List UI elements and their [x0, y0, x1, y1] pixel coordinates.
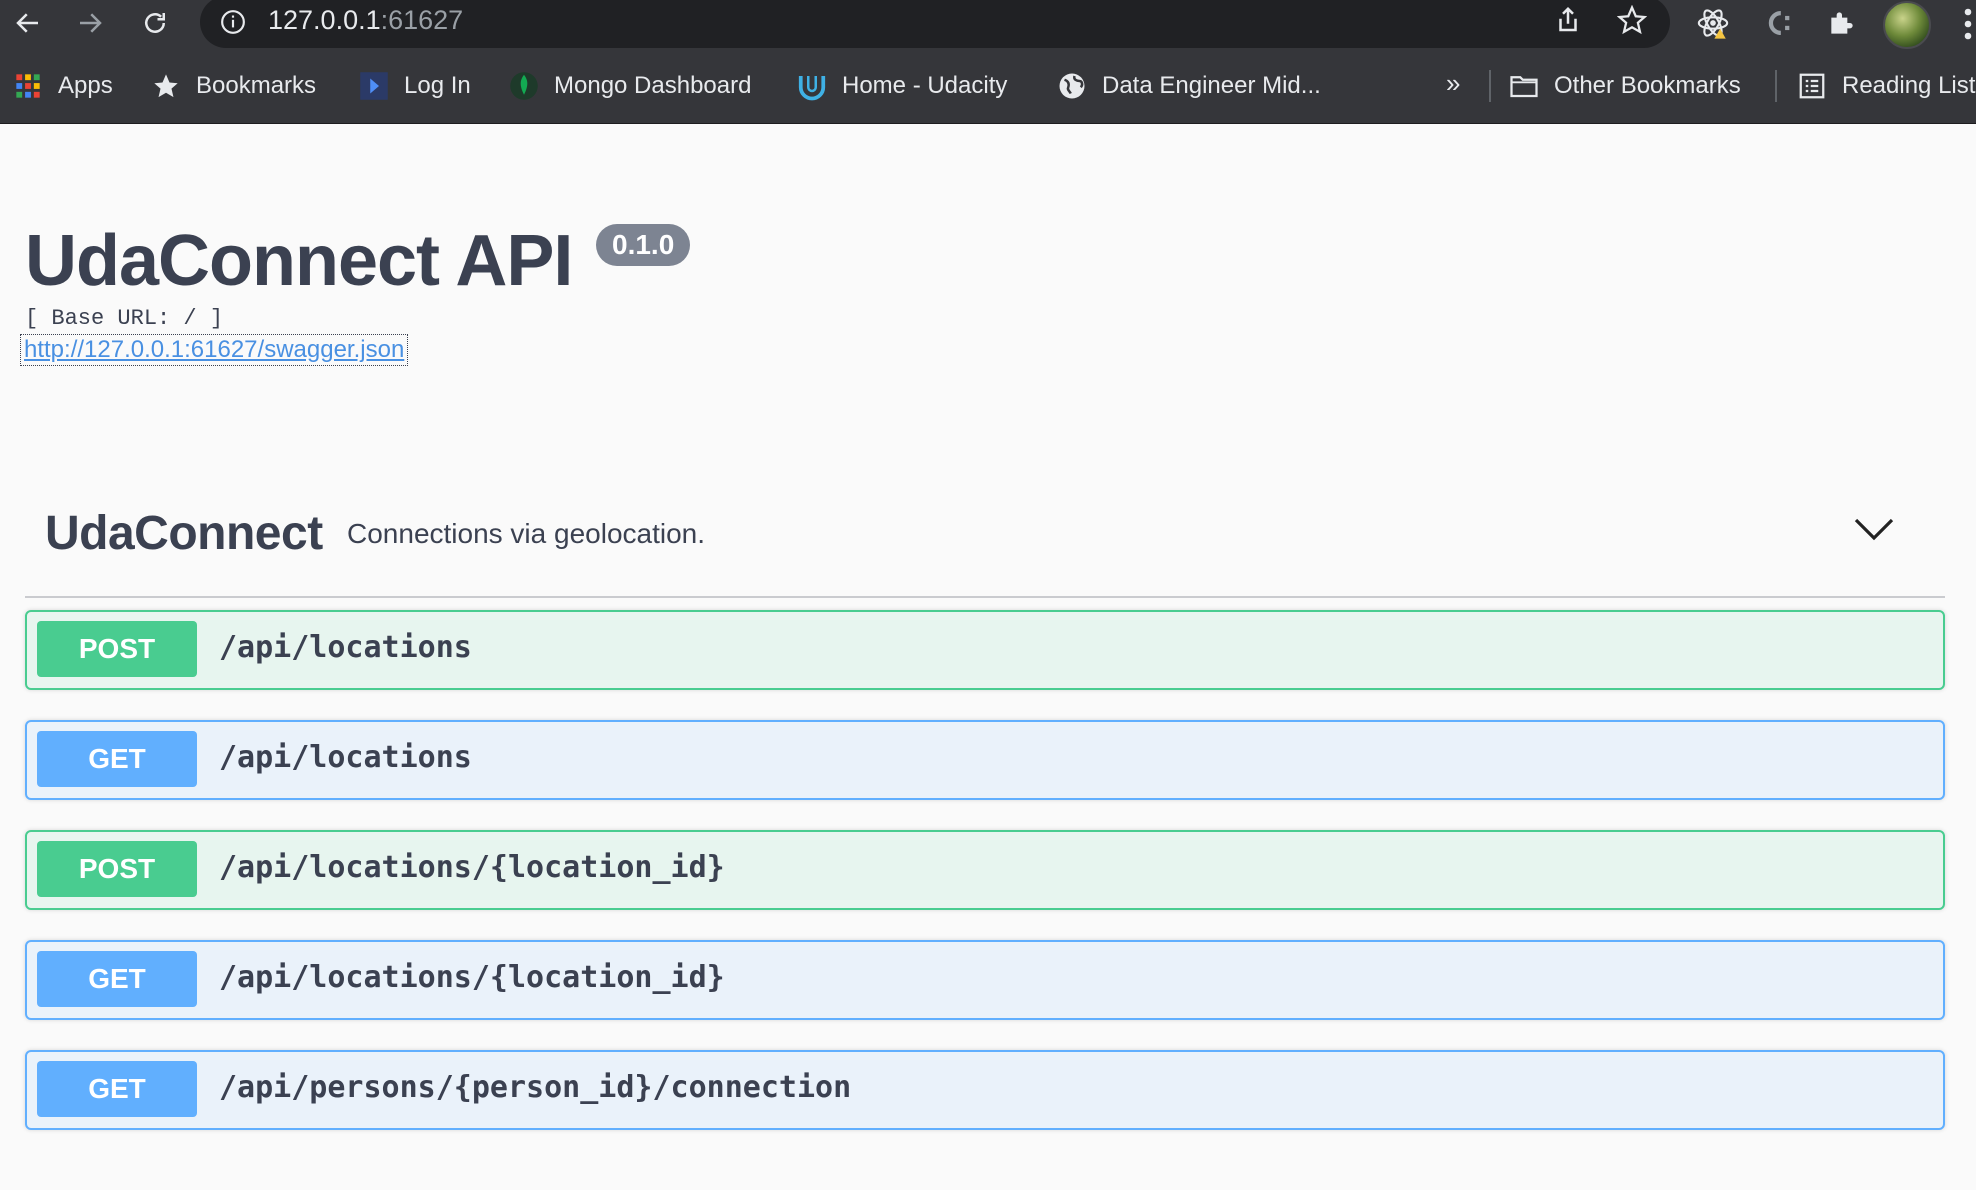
- operation-get-person-connection[interactable]: GET /api/persons/{person_id}/connection: [25, 1050, 1945, 1130]
- method-badge: POST: [37, 621, 197, 677]
- chevron-down-icon[interactable]: [1850, 504, 1898, 552]
- bookmark-star-button[interactable]: [1614, 2, 1650, 38]
- puzzle-piece-icon: [1831, 12, 1853, 34]
- bookmark-apps[interactable]: Apps: [12, 68, 113, 104]
- forward-arrow-icon: [80, 13, 102, 33]
- version-badge: 0.1.0: [596, 224, 691, 266]
- share-button[interactable]: [1550, 2, 1586, 38]
- c-extension-icon: [1768, 10, 1790, 36]
- mongodb-leaf-icon: [508, 70, 540, 102]
- browser-chrome: 127.0.0.1:61627 Apps Bookmarks Log In Mo…: [0, 0, 1976, 124]
- bookmark-label: Bookmarks: [196, 72, 317, 99]
- react-atom-icon: [1697, 9, 1729, 39]
- bookmark-label: Log In: [404, 72, 471, 99]
- method-badge: GET: [37, 731, 197, 787]
- page-title: UdaConnect API: [25, 221, 573, 301]
- bookmark-label: Apps: [58, 72, 113, 99]
- operation-path: /api/locations/{location_id}: [219, 850, 725, 885]
- operation-post-location-by-id[interactable]: POST /api/locations/{location_id}: [25, 830, 1945, 910]
- forward-button[interactable]: [70, 3, 110, 43]
- folder-icon: [1508, 70, 1540, 102]
- browser-toolbar: 127.0.0.1:61627: [0, 0, 1976, 49]
- bookmark-data-engineer[interactable]: Data Engineer Mid...: [1056, 68, 1321, 104]
- method-badge: POST: [37, 841, 197, 897]
- tag-name: UdaConnect: [45, 507, 323, 560]
- bookmark-label: Other Bookmarks: [1554, 72, 1741, 99]
- udacity-icon: [796, 70, 828, 102]
- address-bar[interactable]: 127.0.0.1:61627: [200, 0, 1670, 48]
- operation-path: /api/locations: [219, 740, 472, 775]
- share-icon: [1559, 6, 1577, 32]
- apps-grid-icon: [12, 70, 44, 102]
- bookmark-label: Data Engineer Mid...: [1102, 72, 1321, 99]
- reload-icon: [145, 13, 165, 33]
- bookmarks-separator: [1775, 70, 1777, 102]
- operation-post-locations[interactable]: POST /api/locations: [25, 610, 1945, 690]
- url-host: 127.0.0.1: [268, 5, 381, 35]
- bookmark-label: Reading List: [1842, 72, 1976, 99]
- site-info-icon[interactable]: [220, 9, 246, 35]
- extensions-button[interactable]: [1821, 2, 1863, 44]
- bookmark-bookmarks[interactable]: Bookmarks: [150, 68, 316, 104]
- url-port: :61627: [380, 5, 464, 35]
- url-text[interactable]: 127.0.0.1:61627: [268, 5, 463, 36]
- back-arrow-icon: [16, 13, 38, 33]
- reload-button[interactable]: [135, 3, 175, 43]
- operation-get-location-by-id[interactable]: GET /api/locations/{location_id}: [25, 940, 1945, 1020]
- star-outline-icon: [1617, 5, 1647, 35]
- tag-description: Connections via geolocation.: [347, 518, 706, 549]
- bookmarks-bar: Apps Bookmarks Log In Mongo Dashboard Ho…: [0, 62, 1976, 110]
- star-icon: [150, 70, 182, 102]
- method-badge: GET: [37, 951, 197, 1007]
- more-bookmarks-button[interactable]: »: [1446, 68, 1460, 99]
- operation-path: /api/persons/{person_id}/connection: [219, 1070, 852, 1105]
- reading-list-button[interactable]: Reading List: [1796, 68, 1975, 104]
- play-bookmark-icon: [358, 70, 390, 102]
- bookmark-label: Home - Udacity: [842, 72, 1008, 99]
- operation-path: /api/locations/{location_id}: [219, 960, 725, 995]
- bookmarks-separator: [1489, 70, 1491, 102]
- swagger-json-link[interactable]: http://127.0.0.1:61627/swagger.json: [19, 334, 409, 366]
- base-url: [ Base URL: / ]: [25, 306, 224, 331]
- bookmark-log-in[interactable]: Log In: [358, 68, 471, 104]
- tag-section-header[interactable]: UdaConnect Connections via geolocation.: [25, 496, 1945, 598]
- c-extension[interactable]: [1757, 2, 1799, 44]
- react-devtools-extension[interactable]: [1692, 2, 1734, 44]
- bookmark-home-udacity[interactable]: Home - Udacity: [796, 68, 1007, 104]
- back-button[interactable]: [8, 3, 48, 43]
- method-badge: GET: [37, 1061, 197, 1117]
- profile-avatar[interactable]: [1883, 1, 1931, 49]
- operation-get-locations[interactable]: GET /api/locations: [25, 720, 1945, 800]
- reading-list-icon: [1796, 70, 1828, 102]
- globe-icon: [1056, 70, 1088, 102]
- operation-path: /api/locations: [219, 630, 472, 665]
- bookmark-other-bookmarks[interactable]: Other Bookmarks: [1508, 68, 1741, 104]
- more-menu-icon[interactable]: [1960, 6, 1976, 42]
- bookmark-mongo-dashboard[interactable]: Mongo Dashboard: [508, 68, 751, 104]
- bookmark-label: Mongo Dashboard: [554, 72, 752, 99]
